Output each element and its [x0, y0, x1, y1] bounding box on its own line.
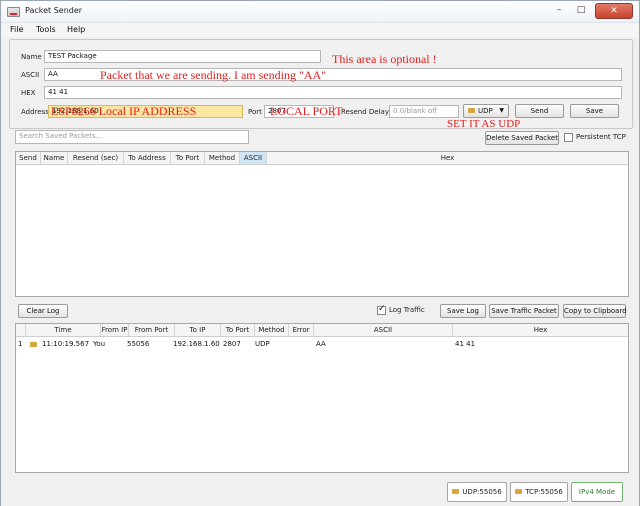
col-to-address[interactable]: To Address: [124, 152, 171, 164]
resend-delay-input[interactable]: 0.0/blank off: [389, 105, 459, 118]
cell-hex: 41 41: [455, 338, 475, 350]
table-row[interactable]: 1 11:10:19.567 You 55056 192.168.1.60 28…: [16, 338, 628, 350]
hex-input[interactable]: 41 41: [44, 86, 622, 99]
status-bar: UDP:55056 TCP:55056 IPv4 Mode: [1, 479, 639, 506]
save-button[interactable]: Save: [570, 104, 619, 118]
close-icon[interactable]: ✕: [595, 3, 633, 19]
log-traffic-checkbox[interactable]: [377, 306, 386, 315]
lock-icon: [30, 342, 37, 347]
col-hex[interactable]: Hex: [453, 324, 628, 336]
col-to-port[interactable]: To Port: [171, 152, 205, 164]
title-bar: Packet Sender – □ ✕: [1, 1, 639, 23]
chevron-down-icon: ▼: [499, 105, 504, 117]
packet-annotation: Packet that we are sending. I am sending…: [100, 68, 326, 83]
udp-lock-icon: [452, 489, 459, 494]
name-input[interactable]: TEST Package: [44, 50, 321, 63]
col-time[interactable]: Time: [26, 324, 101, 336]
col-to-port[interactable]: To Port: [221, 324, 255, 336]
menu-bar: File Tools Help: [1, 23, 639, 37]
col-ascii[interactable]: ASCII: [314, 324, 453, 336]
packet-editor-panel: Name TEST Package ASCII AA HEX 41 41 Add…: [9, 39, 633, 129]
maximize-icon[interactable]: □: [571, 3, 591, 19]
tcp-lock-icon: [515, 489, 522, 494]
cell-to-port: 2807: [223, 338, 241, 350]
protocol-annotation: SET IT AS UDP: [447, 118, 520, 130]
menu-file[interactable]: File: [10, 25, 23, 34]
clear-log-button[interactable]: Clear Log: [18, 304, 68, 318]
col-resend[interactable]: Resend (sec): [68, 152, 124, 164]
name-label: Name: [21, 53, 42, 61]
cell-to-ip: 192.168.1.60: [173, 338, 220, 350]
col-send[interactable]: Send: [16, 152, 41, 164]
app-window: Packet Sender – □ ✕ File Tools Help Name…: [0, 0, 640, 506]
send-button[interactable]: Send: [515, 104, 564, 118]
ascii-label: ASCII: [21, 71, 39, 79]
col-name[interactable]: Name: [41, 152, 68, 164]
col-hex[interactable]: Hex: [267, 152, 628, 164]
col-method[interactable]: Method: [255, 324, 289, 336]
saved-packets-table: Send Name Resend (sec) To Address To Por…: [15, 151, 629, 297]
cell-from-ip: You: [93, 338, 105, 350]
cell-method: UDP: [255, 338, 270, 350]
cell-ascii: AA: [316, 338, 326, 350]
menu-tools[interactable]: Tools: [36, 25, 56, 34]
persistent-tcp-label: Persistent TCP: [576, 133, 626, 141]
address-annotation: ESP8266 Local IP ADDRESS: [51, 104, 196, 119]
traffic-log-table: Time From IP From Port To IP To Port Met…: [15, 323, 629, 473]
port-annotation: LOCAL PORT: [270, 104, 343, 119]
col-method[interactable]: Method: [205, 152, 240, 164]
save-traffic-packet-button[interactable]: Save Traffic Packet: [489, 304, 559, 318]
port-label: Port: [248, 108, 262, 116]
col-to-ip[interactable]: To IP: [175, 324, 221, 336]
optional-annotation: This area is optional !: [332, 52, 437, 67]
minimize-icon[interactable]: –: [549, 3, 569, 19]
protocol-value: UDP: [478, 107, 493, 115]
protocol-icon: [468, 108, 475, 113]
col-from-ip[interactable]: From IP: [101, 324, 129, 336]
cell-time: 11:10:19.567: [42, 338, 89, 350]
saved-packets-header: Send Name Resend (sec) To Address To Por…: [16, 152, 628, 165]
app-icon: [7, 7, 20, 17]
hex-label: HEX: [21, 89, 35, 97]
traffic-log-header: Time From IP From Port To IP To Port Met…: [16, 324, 628, 337]
copy-to-clipboard-button[interactable]: Copy to Clipboard: [563, 304, 626, 318]
log-traffic-label: Log Traffic: [389, 306, 425, 314]
address-label: Address: [21, 108, 49, 116]
menu-help[interactable]: Help: [67, 25, 85, 34]
persistent-tcp-checkbox[interactable]: [564, 133, 573, 142]
udp-status[interactable]: UDP:55056: [447, 482, 507, 502]
ipv4-mode-status[interactable]: IPv4 Mode: [571, 482, 623, 502]
search-saved-packets-input[interactable]: Search Saved Packets...: [15, 130, 249, 144]
resend-delay-label: Resend Delay: [341, 108, 389, 116]
save-log-button[interactable]: Save Log: [440, 304, 486, 318]
col-error[interactable]: Error: [289, 324, 314, 336]
row-index: 1: [18, 338, 22, 350]
cell-from-port: 55056: [127, 338, 149, 350]
delete-saved-packet-button[interactable]: Delete Saved Packet: [485, 131, 559, 145]
col-ascii[interactable]: ASCII: [240, 152, 267, 164]
protocol-dropdown[interactable]: UDP ▼: [463, 104, 509, 118]
col-from-port[interactable]: From Port: [129, 324, 175, 336]
tcp-status[interactable]: TCP:55056: [510, 482, 568, 502]
window-title: Packet Sender: [25, 6, 82, 15]
col-index: [16, 324, 26, 336]
